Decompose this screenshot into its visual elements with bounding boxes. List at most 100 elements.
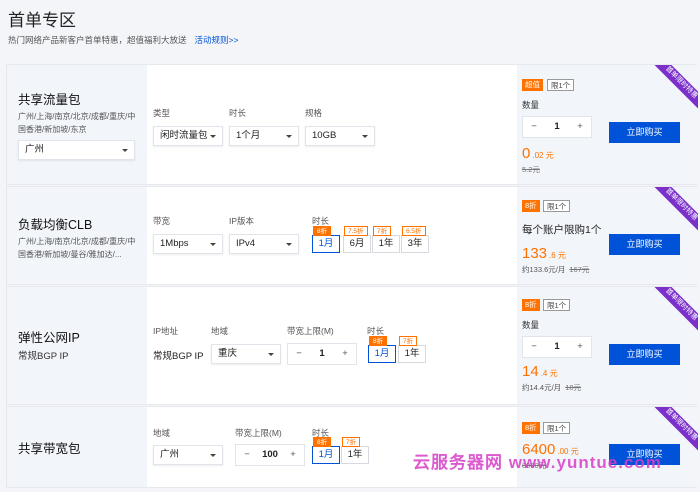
duration-option-1y[interactable]: 7折 1年 <box>372 226 400 253</box>
minus-icon[interactable]: − <box>236 445 258 465</box>
duration-option-6m[interactable]: 7.5折 6月 <box>343 226 371 253</box>
duration-option-1y[interactable]: 7折 1年 <box>341 437 369 464</box>
chevron-down-icon <box>122 149 128 152</box>
region-select-value: 广州 <box>25 144 45 155</box>
ip-address-label: IP地址 <box>153 326 179 336</box>
duration-select[interactable]: 1个月 <box>229 126 299 146</box>
duration-option-3y[interactable]: 6.5折 3年 <box>401 226 429 253</box>
price-sub: 5.2元 <box>522 164 540 175</box>
discount-badge: 7折 <box>342 437 361 447</box>
bandwidth-value: 1 <box>319 348 325 359</box>
discount-badge: 8折 <box>313 437 332 447</box>
discount-badge: 7折 <box>399 336 418 346</box>
duration-option-1m[interactable]: 8折 1月 <box>312 437 340 464</box>
card-purchase-panel: 8折 限1个 立即购买 6400.00 元 8000元 首单限时特惠 <box>517 407 698 487</box>
minus-icon[interactable]: − <box>523 337 545 357</box>
card-info-panel: 共享带宽包 <box>7 407 147 487</box>
chevron-down-icon <box>210 135 216 138</box>
page-subtitle: 热门网络产品新客户首单特惠，超值福利大放送 活动规则>> <box>8 34 238 46</box>
minus-icon[interactable]: − <box>288 344 310 364</box>
card-purchase-panel: 8折 限1个 每个账户限购1个 立即购买 133.6 元 约133.6元/月 16… <box>517 187 698 284</box>
product-card-traffic-package: 共享流量包 广州/上海/南京/北京/成都/重庆/中国香港/新加坡/东京 广州 类… <box>6 64 698 185</box>
activity-rules-link[interactable]: 活动规则>> <box>195 35 239 45</box>
plus-icon[interactable]: + <box>282 445 304 465</box>
bandwidth-stepper[interactable]: −1 + <box>287 343 357 365</box>
price-integer: 133 <box>522 245 548 262</box>
discount-badge: 8折 <box>369 336 388 346</box>
bandwidth-label: 带宽上限(M) <box>287 326 334 336</box>
discount-badge: 6.5折 <box>402 226 426 236</box>
duration-option-label: 1月 <box>374 348 390 359</box>
quantity-value: 1 <box>554 121 560 132</box>
original-price: 18元 <box>565 383 582 392</box>
type-select[interactable]: 闲时流量包 <box>153 126 223 146</box>
duration-option-1m[interactable]: 8折 1月 <box>312 226 340 253</box>
chevron-down-icon <box>286 135 292 138</box>
duration-label: 时长 <box>229 108 247 118</box>
card-config-panel: 类型 闲时流量包 时长 1个月 规格 10GB <box>147 65 517 184</box>
bandwidth-stepper[interactable]: −100 + <box>235 444 305 466</box>
spec-select[interactable]: 10GB <box>305 126 375 146</box>
price: 133.6 元 <box>522 245 566 262</box>
product-name: 共享带宽包 <box>18 442 81 456</box>
quantity-stepper[interactable]: −1 + <box>522 336 592 358</box>
ip-address-value: 常规BGP IP <box>153 351 204 362</box>
product-name: 共享流量包 <box>18 93 81 107</box>
minus-icon[interactable]: − <box>523 117 545 137</box>
duration-option-1m[interactable]: 8折 1月 <box>368 336 396 363</box>
quantity-label: 数量 <box>522 320 540 330</box>
price-integer: 14 <box>522 363 539 380</box>
ip-version-label: IP版本 <box>229 216 255 226</box>
price: 0.02 元 <box>522 145 554 162</box>
promo-ribbon: 首单限时特惠 <box>654 287 698 331</box>
duration-option-label: 6月 <box>349 238 365 249</box>
card-info-panel: 负载均衡CLB 广州/上海/南京/北京/成都/重庆/中国香港/新加坡/曼谷/雅加… <box>7 187 147 284</box>
bandwidth-label: 带宽上限(M) <box>235 428 282 438</box>
quantity-stepper[interactable]: −1 + <box>522 116 592 138</box>
buy-now-button[interactable]: 立即购买 <box>609 344 680 365</box>
price-sub: 约133.6元/月 167元 <box>522 264 589 275</box>
buy-now-button[interactable]: 立即购买 <box>609 234 680 255</box>
price: 14.4 元 <box>522 363 558 380</box>
region-select[interactable]: 广州 <box>18 140 135 160</box>
plus-icon[interactable]: + <box>334 344 356 364</box>
discount-badge: 8折 <box>313 226 332 236</box>
limit-tag: 限1个 <box>543 200 571 212</box>
ip-version-select[interactable]: IPv4 <box>229 234 299 254</box>
product-card-eip: 弹性公网IP 常规BGP IP IP地址 常规BGP IP 地域 重庆 带宽上限… <box>6 286 698 405</box>
watermark: 云服务器网 www.yuntue.com <box>413 453 662 472</box>
promo-ribbon: 首单限时特惠 <box>654 187 698 231</box>
region-label: 地域 <box>153 428 171 438</box>
plus-icon[interactable]: + <box>569 337 591 357</box>
page-title: 首单专区 <box>8 11 76 30</box>
card-info-panel: 弹性公网IP 常规BGP IP <box>7 287 147 404</box>
discount-badge: 7.5折 <box>344 226 368 236</box>
type-label: 类型 <box>153 108 171 118</box>
discount-tag: 8折 <box>522 422 540 434</box>
buy-now-button[interactable]: 立即购买 <box>609 122 680 143</box>
bandwidth-label: 带宽 <box>153 216 171 226</box>
quantity-label: 数量 <box>522 100 540 110</box>
region-select[interactable]: 重庆 <box>211 344 281 364</box>
card-info-panel: 共享流量包 广州/上海/南京/北京/成都/重庆/中国香港/新加坡/东京 广州 <box>7 65 147 184</box>
card-purchase-panel: 超值 限1个 数量 −1 + 立即购买 0.02 元 5.2元 首单限时特惠 <box>517 65 698 184</box>
price-integer: 0 <box>522 145 531 162</box>
chevron-down-icon <box>268 353 274 356</box>
discount-tag: 8折 <box>522 299 540 311</box>
discount-tag: 8折 <box>522 200 540 212</box>
spec-label: 规格 <box>305 108 323 118</box>
region-list: 广州/上海/南京/北京/成都/重庆/中国香港/新加坡/东京 <box>18 112 136 134</box>
region-select-value: 广州 <box>160 449 180 460</box>
product-description: 常规BGP IP <box>18 351 69 362</box>
bandwidth-select[interactable]: 1Mbps <box>153 234 223 254</box>
plus-icon[interactable]: + <box>569 117 591 137</box>
duration-option-1y[interactable]: 7折 1年 <box>398 336 426 363</box>
region-select[interactable]: 广州 <box>153 445 223 465</box>
duration-option-label: 1年 <box>378 238 394 249</box>
duration-option-label: 1年 <box>404 348 420 359</box>
ip-version-select-value: IPv4 <box>236 238 256 249</box>
region-list: 广州/上海/南京/北京/成都/重庆/中国香港/新加坡/曼谷/雅加达/... <box>18 237 136 259</box>
promo-ribbon: 首单限时特惠 <box>654 407 698 451</box>
promo-ribbon-text: 首单限时特惠 <box>654 65 698 109</box>
chevron-down-icon <box>210 454 216 457</box>
